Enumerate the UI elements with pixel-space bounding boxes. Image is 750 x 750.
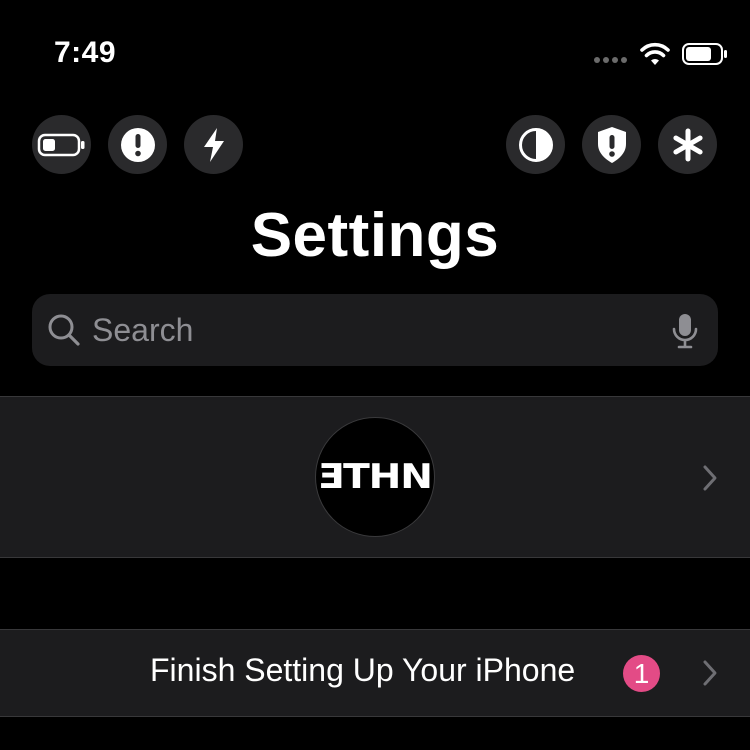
asterisk-icon [672,128,703,161]
bolt-icon [203,127,224,162]
signal-dots-icon [594,57,627,63]
microphone-icon[interactable] [671,312,699,350]
avatar[interactable]: ƎTHN [315,417,435,537]
avatar-text: ƎTHN [317,457,433,497]
appearance-button[interactable] [506,115,565,174]
finish-setup-label: Finish Setting Up Your iPhone [150,652,576,688]
shield-alert-icon [597,126,626,163]
status-time: 7:49 [54,36,117,69]
exclamation-icon [120,127,155,162]
battery-low-icon [37,133,84,156]
privacy-button[interactable] [582,115,641,174]
contrast-icon [518,127,553,162]
search-input[interactable] [92,296,652,364]
chevron-right-icon [703,465,717,491]
wifi-icon [640,42,670,65]
search-icon [48,314,80,346]
page-title: Settings [250,201,500,270]
notification-badge: 1 [623,655,660,692]
chevron-right-icon [703,660,717,686]
low-power-button[interactable] [32,115,91,174]
battery-icon [682,43,727,65]
charging-button[interactable] [184,115,243,174]
accessibility-button[interactable] [658,115,717,174]
alert-button[interactable] [108,115,167,174]
